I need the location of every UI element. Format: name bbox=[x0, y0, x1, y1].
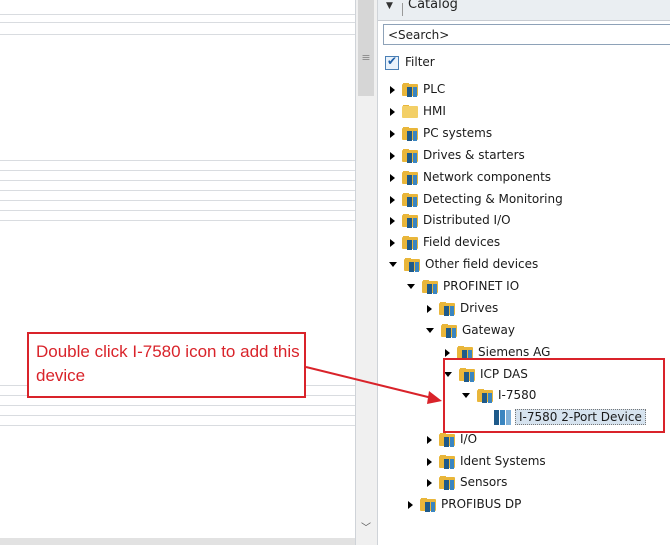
tree-item-label: Field devices bbox=[423, 235, 501, 249]
tree-item-other-field-devices[interactable]: Other field devices bbox=[389, 255, 538, 273]
tree-item-label: HMI bbox=[423, 104, 446, 118]
collapsed-triangle-icon[interactable] bbox=[427, 478, 432, 487]
tree-item-sensors[interactable]: Sensors bbox=[426, 473, 507, 491]
folder-icon bbox=[402, 235, 419, 250]
tree-item-plc[interactable]: PLC bbox=[389, 80, 445, 98]
expanded-triangle-icon[interactable] bbox=[389, 262, 397, 267]
collapse-triangle-icon[interactable]: ▼ bbox=[386, 1, 393, 11]
folder-icon bbox=[439, 454, 456, 469]
divider bbox=[0, 34, 355, 35]
tree-item-label: Ident Systems bbox=[460, 454, 546, 468]
tree-item-label: Distributed I/O bbox=[423, 213, 511, 227]
tree-item-label: Drives & starters bbox=[423, 148, 525, 162]
tree-item-detecting-monitoring[interactable]: Detecting & Monitoring bbox=[389, 190, 563, 208]
callout-box: Double click I-7580 icon to add this dev… bbox=[27, 332, 306, 398]
folder-empty-icon bbox=[402, 104, 419, 119]
filter-label: Filter bbox=[405, 55, 435, 69]
catalog-header[interactable]: ▼ Catalog bbox=[378, 0, 670, 21]
search-input[interactable] bbox=[384, 25, 670, 44]
folder-icon bbox=[402, 126, 419, 141]
tree-item-label: PROFINET IO bbox=[443, 279, 520, 293]
expanded-triangle-icon[interactable] bbox=[426, 328, 434, 333]
tree-item-label: Network components bbox=[423, 170, 552, 184]
divider bbox=[0, 425, 355, 426]
divider bbox=[0, 220, 355, 221]
folder-icon bbox=[441, 323, 458, 338]
tree-item-label: PROFIBUS DP bbox=[441, 497, 522, 511]
tree-item-label: I/O bbox=[460, 432, 478, 446]
collapsed-triangle-icon[interactable] bbox=[445, 348, 450, 357]
folder-icon bbox=[402, 213, 419, 228]
vertical-scrollbar[interactable]: ≡ ﹀ bbox=[355, 0, 377, 545]
tree-item-drives[interactable]: Drives bbox=[426, 299, 498, 317]
divider bbox=[0, 210, 355, 211]
collapsed-triangle-icon[interactable] bbox=[408, 500, 413, 509]
folder-icon bbox=[404, 257, 421, 272]
tree-item-hmi[interactable]: HMI bbox=[389, 102, 446, 120]
expanded-triangle-icon[interactable] bbox=[407, 284, 415, 289]
tree-item-label: Drives bbox=[460, 301, 499, 315]
divider bbox=[0, 180, 355, 181]
folder-icon bbox=[439, 475, 456, 490]
tree-item-label: Gateway bbox=[462, 323, 516, 337]
chevron-down-icon[interactable]: ﹀ bbox=[358, 522, 374, 535]
callout-text: Double click I-7580 icon to add this dev… bbox=[36, 342, 300, 385]
tree-item-distributed-i-o[interactable]: Distributed I/O bbox=[389, 211, 511, 229]
folder-icon bbox=[420, 497, 437, 512]
tree-item-label: PLC bbox=[423, 82, 446, 96]
search-box[interactable] bbox=[383, 24, 670, 45]
collapsed-triangle-icon[interactable] bbox=[427, 304, 432, 313]
collapsed-triangle-icon[interactable] bbox=[427, 435, 432, 444]
divider bbox=[0, 170, 355, 171]
folder-icon bbox=[402, 170, 419, 185]
divider bbox=[0, 160, 355, 161]
tree-item-network-components[interactable]: Network components bbox=[389, 168, 551, 186]
tree-item-profinet-io[interactable]: PROFINET IO bbox=[407, 277, 519, 295]
filter-checkbox[interactable] bbox=[385, 54, 399, 70]
collapsed-triangle-icon[interactable] bbox=[390, 238, 395, 247]
collapsed-triangle-icon[interactable] bbox=[390, 107, 395, 116]
folder-icon bbox=[439, 301, 456, 316]
divider bbox=[0, 415, 355, 416]
tree-item-gateway[interactable]: Gateway bbox=[426, 321, 515, 339]
folder-icon bbox=[422, 279, 439, 294]
divider bbox=[0, 22, 355, 23]
horizontal-scrollbar[interactable] bbox=[0, 538, 355, 545]
folder-icon bbox=[402, 82, 419, 97]
highlight-box bbox=[443, 358, 665, 433]
tree-item-label: Other field devices bbox=[425, 257, 539, 271]
tree-item-label: PC systems bbox=[423, 126, 493, 140]
collapsed-triangle-icon[interactable] bbox=[427, 457, 432, 466]
collapsed-triangle-icon[interactable] bbox=[390, 216, 395, 225]
divider bbox=[402, 3, 403, 16]
folder-icon bbox=[402, 148, 419, 163]
collapsed-triangle-icon[interactable] bbox=[390, 173, 395, 182]
divider bbox=[0, 200, 355, 201]
tree-item-drives-starters[interactable]: Drives & starters bbox=[389, 146, 525, 164]
folder-icon bbox=[402, 192, 419, 207]
tree-item-label: Detecting & Monitoring bbox=[423, 192, 563, 206]
tree-item-label: Sensors bbox=[460, 475, 508, 489]
scrollbar-thumb[interactable] bbox=[358, 0, 374, 96]
catalog-title: Catalog bbox=[408, 0, 458, 12]
collapsed-triangle-icon[interactable] bbox=[390, 195, 395, 204]
divider bbox=[0, 190, 355, 191]
collapsed-triangle-icon[interactable] bbox=[390, 129, 395, 138]
divider bbox=[0, 405, 355, 406]
divider bbox=[0, 14, 355, 15]
grip-icon: ≡ bbox=[361, 51, 371, 64]
tree-item-ident-systems[interactable]: Ident Systems bbox=[426, 452, 546, 470]
tree-item-field-devices[interactable]: Field devices bbox=[389, 233, 500, 251]
tree-item-label: Siemens AG bbox=[478, 345, 551, 359]
folder-icon bbox=[439, 432, 456, 447]
collapsed-triangle-icon[interactable] bbox=[390, 85, 395, 94]
work-area bbox=[0, 0, 355, 545]
tree-item-pc-systems[interactable]: PC systems bbox=[389, 124, 492, 142]
collapsed-triangle-icon[interactable] bbox=[390, 151, 395, 160]
tree-item-profibus-dp[interactable]: PROFIBUS DP bbox=[407, 495, 521, 513]
